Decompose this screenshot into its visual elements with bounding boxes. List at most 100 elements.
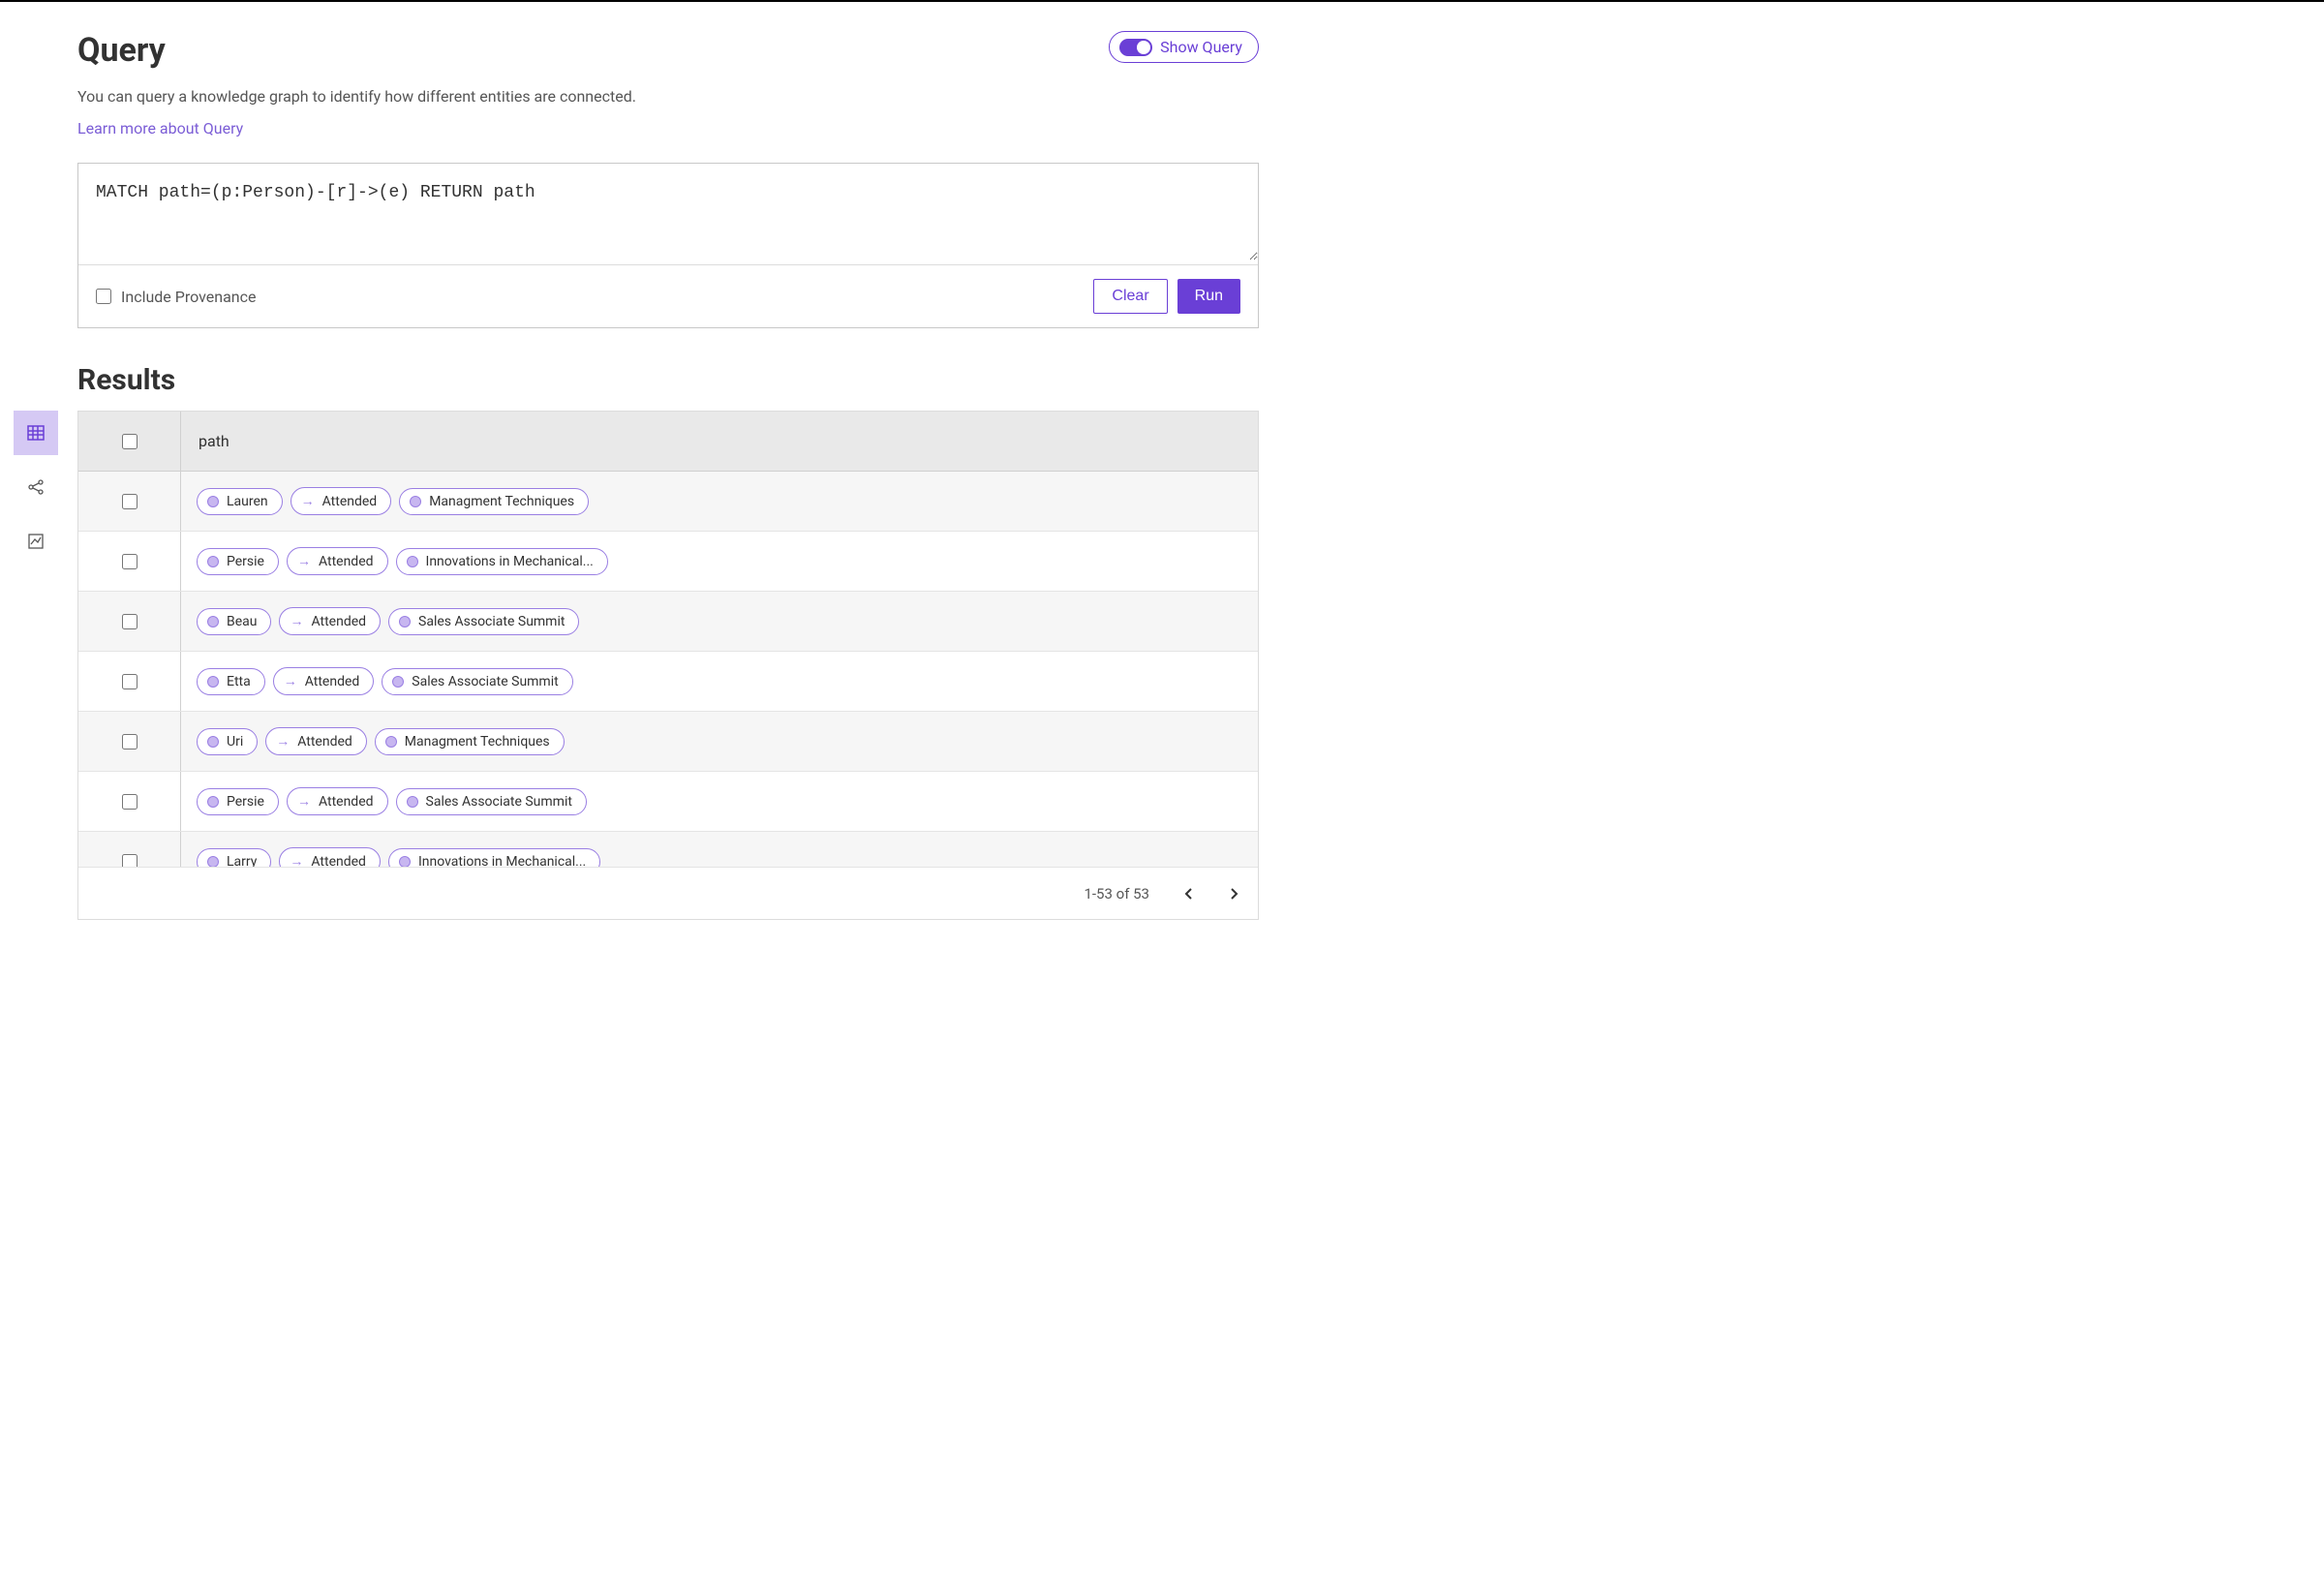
entity-chip-person[interactable]: Persie [197,788,279,815]
relation-chip[interactable]: → Attended [287,547,388,575]
event-name: Sales Associate Summit [412,674,558,689]
dot-icon [407,796,418,808]
graph-view-tab[interactable] [14,465,58,509]
row-checkbox[interactable] [122,854,138,868]
relation-name: Attended [311,854,366,868]
entity-chip-person[interactable]: Persie [197,548,279,575]
row-checkbox[interactable] [122,494,138,509]
row-checkbox[interactable] [122,674,138,689]
dot-icon [207,796,219,808]
relation-chip[interactable]: →Attended [273,667,375,695]
arrow-right-icon: → [297,553,311,569]
entity-chip-event[interactable]: Managment Techniques [399,488,589,515]
event-name: Sales Associate Summit [426,794,572,810]
table-view-tab[interactable] [14,411,58,455]
include-provenance-input[interactable] [96,289,111,304]
table-row: Persie → Attended Innovations in Mechanical… [78,532,1258,592]
pager-prev-button[interactable] [1184,887,1194,901]
show-query-label: Show Query [1160,38,1242,56]
run-button[interactable]: Run [1177,279,1240,314]
entity-chip-person[interactable]: Lauren [197,488,283,515]
include-provenance-label: Include Provenance [121,288,256,306]
arrow-right-icon: → [290,853,303,867]
table-row: Larry → Attended Innovations in Mechanical.… [78,832,1258,867]
learn-more-link[interactable]: Learn more about Query [77,119,243,138]
chart-view-tab[interactable] [14,519,58,564]
pager-next-button[interactable] [1229,887,1238,901]
entity-chip-event[interactable]: Sales Associate Summit [382,668,572,695]
entity-chip-event[interactable]: Sales Associate Summit [388,608,579,635]
results-title: Results [77,363,1259,397]
relation-chip[interactable]: → Attended [287,787,388,815]
arrow-right-icon: → [276,733,290,750]
table-row: Beau →Attended Sales Associate Summit [78,592,1258,652]
entity-chip-person[interactable]: Beau [197,608,271,635]
event-name: Managment Techniques [405,734,550,750]
relation-name: Attended [319,794,374,810]
path-cell: Lauren →Attended Managment Techniques [181,472,1258,531]
chevron-left-icon [1184,887,1194,901]
select-all-checkbox[interactable] [122,434,138,449]
relation-chip[interactable]: →Attended [290,487,392,515]
query-input[interactable]: MATCH path=(p:Person)-[r]->(e) RETURN pa… [78,164,1258,260]
dot-icon [399,856,411,868]
entity-chip-person[interactable]: Etta [197,668,265,695]
table-row: Persie → Attended Sales Associate Summit [78,772,1258,832]
dot-icon [207,556,219,567]
results-view-tabs [14,411,62,573]
chart-icon [26,532,46,551]
relation-name: Attended [319,554,374,569]
event-name: Innovations in Mechanical... [418,854,586,868]
dot-icon [207,736,219,748]
row-checkbox[interactable] [122,614,138,629]
pager-range: 1-53 of 53 [1084,885,1149,903]
table-header: path [78,412,1258,472]
include-provenance-checkbox[interactable]: Include Provenance [96,288,256,306]
dot-icon [385,736,397,748]
person-name: Beau [227,614,257,629]
relation-chip[interactable]: →Attended [279,607,381,635]
person-name: Lauren [227,494,268,509]
entity-chip-event[interactable]: Sales Associate Summit [396,788,587,815]
path-cell: Etta →Attended Sales Associate Summit [181,652,1258,711]
page-title: Query [77,31,636,70]
event-name: Managment Techniques [429,494,574,509]
entity-chip-event[interactable]: Innovations in Mechanical... [388,848,600,868]
relation-name: Attended [322,494,378,509]
dot-icon [407,556,418,567]
page-description: You can query a knowledge graph to ident… [77,87,636,106]
person-name: Persie [227,554,264,569]
row-checkbox[interactable] [122,734,138,750]
row-checkbox[interactable] [122,554,138,569]
dot-icon [207,616,219,627]
dot-icon [207,676,219,688]
toggle-switch-icon [1119,39,1152,56]
entity-chip-person[interactable]: Uri [197,728,258,755]
event-name: Innovations in Mechanical... [426,554,594,569]
relation-chip[interactable]: →Attended [265,727,367,755]
dot-icon [392,676,404,688]
event-name: Sales Associate Summit [418,614,565,629]
entity-chip-person[interactable]: Larry [197,848,271,868]
path-cell: Uri →Attended Managment Techniques [181,712,1258,771]
entity-chip-event[interactable]: Managment Techniques [375,728,565,755]
dot-icon [410,496,421,507]
path-cell: Beau →Attended Sales Associate Summit [181,592,1258,651]
graph-icon [26,477,46,497]
row-checkbox[interactable] [122,794,138,810]
pager: 1-53 of 53 [78,867,1258,919]
table-icon [26,423,46,443]
table-row: Uri →Attended Managment Techniques [78,712,1258,772]
arrow-right-icon: → [297,793,311,810]
path-cell: Persie → Attended Innovations in Mechanical… [181,532,1258,591]
entity-chip-event[interactable]: Innovations in Mechanical... [396,548,608,575]
dot-icon [399,616,411,627]
show-query-toggle[interactable]: Show Query [1109,31,1259,63]
dot-icon [207,856,219,868]
relation-name: Attended [311,614,366,629]
path-cell: Persie → Attended Sales Associate Summit [181,772,1258,831]
chevron-right-icon [1229,887,1238,901]
clear-button[interactable]: Clear [1093,279,1167,314]
path-cell: Larry → Attended Innovations in Mechanical.… [181,832,1258,867]
relation-chip[interactable]: → Attended [279,847,381,867]
